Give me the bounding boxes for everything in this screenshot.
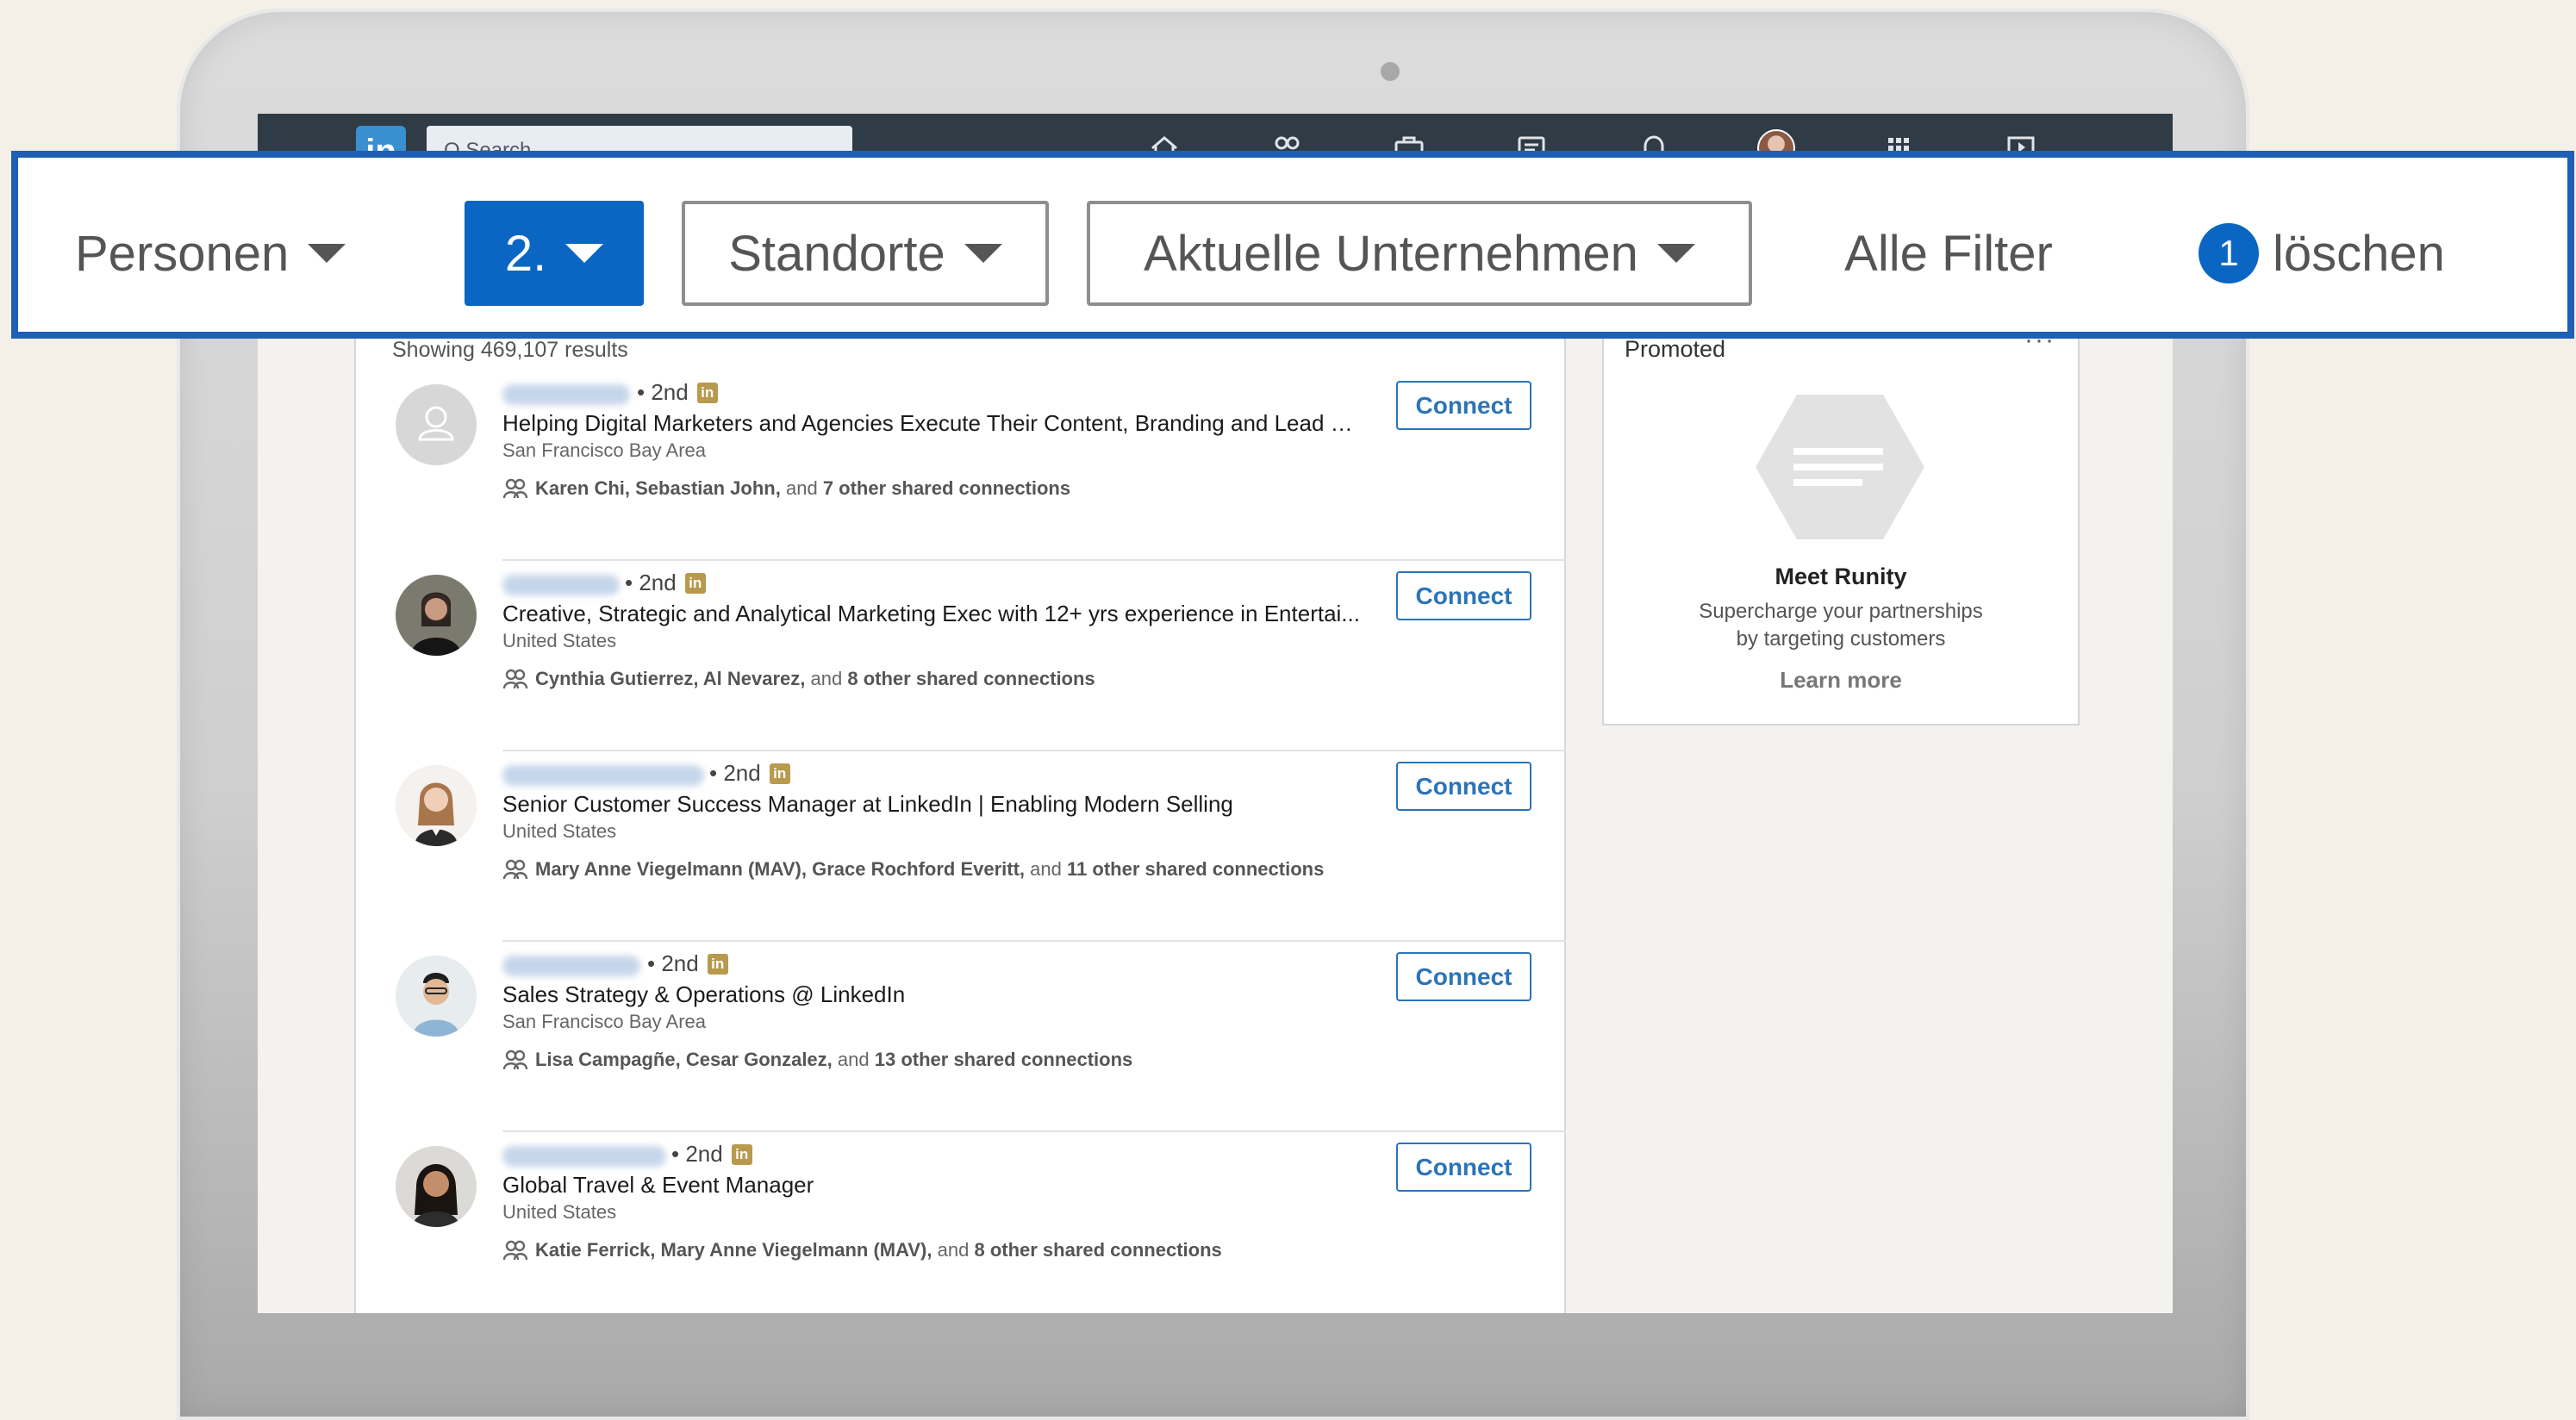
promo-desc-line: by targeting customers [1736, 627, 1946, 651]
result-headline: Global Travel & Event Manager [502, 1172, 814, 1198]
result-row: • 2nd in Global Travel & Event Manager Un… [356, 1132, 1566, 1313]
people-icon [502, 1240, 528, 1261]
locations-filter-dropdown[interactable]: Standorte [682, 201, 1049, 306]
connection-degree: • 2nd in [671, 1141, 752, 1168]
shared-connections[interactable]: Karen Chi, Sebastian John, and 7 other s… [502, 477, 1070, 500]
blurred-name[interactable] [502, 765, 704, 786]
linkedin-badge-icon: in [696, 382, 718, 403]
profile-photo[interactable] [396, 956, 477, 1037]
clear-filters-button[interactable]: 1 löschen [2199, 201, 2492, 306]
connection-degree: • 2nd in [625, 570, 706, 596]
blurred-name[interactable] [502, 956, 640, 976]
shared-connections[interactable]: Katie Ferrick, Mary Anne Viegelmann (MAV… [502, 1239, 1222, 1261]
profile-placeholder-icon[interactable] [396, 384, 477, 465]
shared-connections[interactable]: Cynthia Gutierrez, Al Nevarez, and 8 oth… [502, 668, 1095, 690]
connect-button[interactable]: Connect [1396, 1143, 1531, 1192]
connect-button[interactable]: Connect [1396, 571, 1531, 620]
result-headline: Creative, Strategic and Analytical Marke… [502, 601, 1360, 626]
camera-dot [1381, 62, 1400, 81]
shared-connections[interactable]: Lisa Campagñe, Cesar Gonzalez, and 13 ot… [502, 1049, 1132, 1071]
shared-connections[interactable]: Mary Anne Viegelmann (MAV), Grace Rochfo… [502, 858, 1324, 881]
result-headline: Senior Customer Success Manager at Linke… [502, 791, 1233, 817]
result-headline: Sales Strategy & Operations @ LinkedIn [502, 981, 906, 1007]
chevron-down-icon [1656, 244, 1695, 263]
chevron-down-icon [308, 244, 346, 263]
promo-description: Supercharge your partnerships by targeti… [1638, 598, 2043, 653]
connection-degree: • 2nd in [709, 760, 790, 787]
search-results-card: Showing 469,107 results • 2nd in Helping … [354, 312, 1566, 1313]
people-icon [502, 669, 528, 689]
connection-degree: • 2nd in [637, 379, 718, 406]
company-logo[interactable] [1754, 391, 1926, 543]
linkedin-badge-icon: in [707, 953, 728, 975]
people-filter-dropdown[interactable]: Personen [75, 201, 377, 306]
people-icon [502, 859, 528, 880]
profile-photo[interactable] [396, 765, 477, 846]
promo-title: Meet Runity [1775, 564, 1907, 589]
blurred-name[interactable] [502, 575, 620, 595]
result-location: United States [502, 630, 617, 651]
promoted-label: Promoted [1625, 336, 1726, 362]
connect-button[interactable]: Connect [1396, 952, 1531, 1001]
connections-filter-label: 2. [504, 225, 547, 282]
result-row: • 2nd in Helping Digital Marketers and Ag… [356, 371, 1566, 561]
connections-filter-dropdown[interactable]: 2. [465, 201, 644, 306]
linkedin-badge-icon: in [731, 1143, 752, 1165]
filter-bar: Personen 2. Standorte Aktuelle Unternehm… [11, 151, 2574, 339]
result-location: San Francisco Bay Area [502, 1011, 707, 1032]
people-icon [502, 1049, 528, 1070]
result-row: • 2nd in Sales Strategy & Operations @ Li… [356, 942, 1566, 1132]
connect-button[interactable]: Connect [1396, 762, 1531, 811]
locations-filter-label: Standorte [728, 225, 945, 282]
linkedin-badge-icon: in [769, 763, 790, 784]
profile-photo[interactable] [396, 1146, 477, 1227]
people-icon [502, 478, 528, 499]
chevron-down-icon [565, 244, 604, 263]
linkedin-badge-icon: in [684, 572, 706, 594]
promo-desc-line: Supercharge your partnerships [1699, 600, 1983, 623]
promoted-card: Promoted ··· Meet Runity Supercharge you… [1602, 312, 2080, 726]
people-filter-label: Personen [75, 225, 290, 282]
result-location: United States [502, 820, 617, 842]
result-location: United States [502, 1201, 617, 1223]
chevron-down-icon [964, 244, 1002, 263]
result-location: San Francisco Bay Area [502, 439, 707, 461]
connection-degree: • 2nd in [647, 950, 728, 977]
result-headline: Helping Digital Marketers and Agencies E… [502, 410, 1364, 436]
profile-photo[interactable] [396, 575, 477, 656]
all-filters-button[interactable]: Alle Filter [1828, 201, 2069, 306]
blurred-name[interactable] [502, 384, 630, 405]
current-companies-filter-label: Aktuelle Unternehmen [1144, 225, 1638, 282]
results-count: Showing 469,107 results [392, 338, 628, 362]
connect-button[interactable]: Connect [1396, 381, 1531, 430]
result-row: • 2nd in Creative, Strategic and Analytic… [356, 561, 1566, 751]
clear-filters-label: löschen [2273, 225, 2445, 282]
blurred-name[interactable] [502, 1146, 666, 1167]
result-row: • 2nd in Senior Customer Success Manager … [356, 751, 1566, 942]
current-companies-filter-dropdown[interactable]: Aktuelle Unternehmen [1087, 201, 1752, 306]
learn-more-link[interactable]: Learn more [1604, 667, 2078, 694]
active-filter-count-badge: 1 [2199, 223, 2259, 283]
